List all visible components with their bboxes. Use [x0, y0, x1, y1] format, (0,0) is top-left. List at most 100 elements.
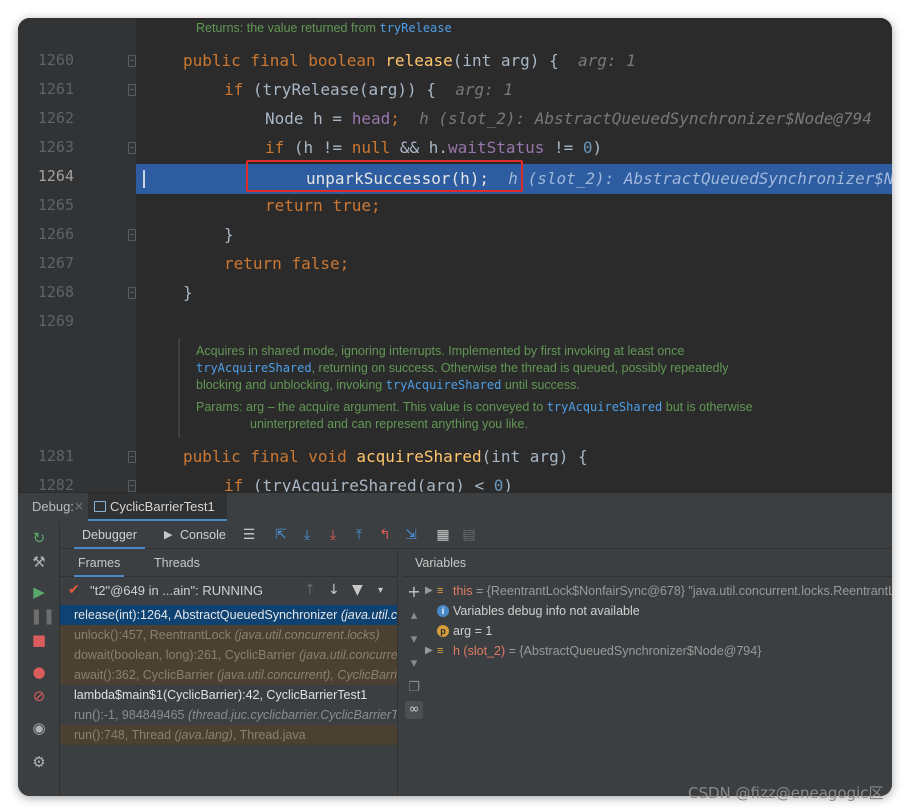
frames-list: release(int):1264, AbstractQueuedSynchro…	[60, 605, 397, 745]
gear-icon[interactable]: ⚙	[30, 753, 48, 771]
doc-link[interactable]: tryRelease	[379, 21, 451, 35]
line-number: 1261	[37, 80, 74, 98]
step-out-icon[interactable]: ⤒	[350, 526, 368, 544]
debug-tool-window: Debug: × CyclicBarrierTest1 ↻ ⚒ ▶ ❚❚ ■ ●…	[18, 492, 892, 796]
frame-item[interactable]: release(int):1264, AbstractQueuedSynchro…	[60, 605, 397, 625]
ide-window: 1260 1261 1262 1263 1264 1265 1266 1267 …	[18, 18, 892, 796]
camera-icon[interactable]: ◉	[30, 719, 48, 737]
evaluate-expression-icon[interactable]: ▦	[434, 526, 452, 544]
doc-text: the value returned from	[246, 21, 376, 35]
step-over-icon[interactable]: ⤓	[298, 526, 316, 544]
line-number: 1263	[37, 138, 74, 156]
menu-lines-icon[interactable]: ☰	[240, 526, 258, 544]
fold-marker-icon[interactable]	[128, 84, 136, 96]
debug-title-bar: Debug: × CyclicBarrierTest1	[18, 493, 892, 521]
code-line-1260[interactable]: public final boolean release(int arg) { …	[183, 46, 636, 75]
field-icon: ≡	[437, 585, 444, 597]
info-icon: i	[437, 605, 449, 617]
chevron-down-icon[interactable]: ▾	[378, 585, 383, 596]
code-line-1266[interactable]: }	[224, 220, 234, 249]
variables-side-toolbar: + ▴ ▾ ▾ ❐ ∞	[403, 577, 425, 757]
tab-threads[interactable]: Threads	[154, 549, 200, 577]
doc-link[interactable]: tryAcquireShared	[196, 361, 312, 375]
glasses-icon[interactable]: ∞	[405, 701, 423, 719]
line-number: 1260	[37, 51, 74, 69]
doc-comment-block: Acquires in shared mode, ignoring interr…	[196, 344, 753, 431]
tab-console[interactable]: ▶ Console	[164, 521, 226, 549]
code-line-1267[interactable]: return false;	[224, 249, 349, 278]
fold-marker-icon[interactable]	[128, 287, 136, 299]
line-number: 1281	[37, 447, 74, 465]
fold-marker-icon[interactable]	[128, 480, 136, 492]
line-number: 1262	[37, 109, 74, 127]
code-editor[interactable]: 1260 1261 1262 1263 1264 1265 1266 1267 …	[18, 18, 892, 492]
close-icon[interactable]: ×	[74, 499, 84, 513]
fold-marker-icon[interactable]	[128, 451, 136, 463]
arrow-down-icon[interactable]: ↓	[328, 582, 340, 598]
arrow-up-icon[interactable]: ↑	[304, 582, 316, 598]
fold-marker-icon[interactable]	[128, 142, 136, 154]
field-icon: ≡	[437, 645, 444, 657]
frame-item[interactable]: dowait(boolean, long):261, CyclicBarrier…	[60, 645, 397, 665]
debugger-toolbar: Debugger ▶ Console ☰ ⇱ ⤓ ⤓ ⤒ ↰ ⇲ ▦ ▤	[60, 521, 892, 549]
tab-debugger[interactable]: Debugger	[74, 521, 145, 549]
trace-icon[interactable]: ▤	[460, 526, 478, 544]
code-line-1265[interactable]: return true;	[265, 191, 381, 220]
check-icon: ✔	[68, 582, 80, 598]
code-line-1282[interactable]: if (tryAcquireShared(arg) < 0)	[224, 471, 513, 492]
code-line-1261[interactable]: if (tryRelease(arg)) { arg: 1	[224, 75, 513, 104]
frame-item[interactable]: run():-1, 984849465 (thread.juc.cyclicba…	[60, 705, 397, 725]
debug-session-tab[interactable]: × CyclicBarrierTest1	[74, 493, 227, 521]
frame-item[interactable]: unlock():457, ReentrantLock (java.util.c…	[60, 625, 397, 645]
thread-selector[interactable]: ✔ "t2"@649 in ...ain": RUNNING ↑ ↓ ▼ ▾	[60, 577, 397, 605]
pause-icon[interactable]: ❚❚	[30, 607, 55, 625]
step-into-icon[interactable]: ⤓	[324, 526, 342, 544]
line-number-current: 1264	[37, 167, 74, 185]
view-breakpoints-icon[interactable]: ●	[30, 663, 48, 681]
doc-block-marker	[178, 338, 180, 438]
doc-link[interactable]: tryAcquireShared	[547, 400, 663, 414]
code-line-1281[interactable]: public final void acquireShared(int arg)…	[183, 442, 588, 471]
debug-label: Debug:	[32, 499, 74, 514]
stop-icon[interactable]: ■	[30, 631, 48, 649]
text-cursor	[143, 170, 145, 188]
chevron-right-icon[interactable]: ▶	[425, 581, 433, 601]
run-config-icon	[94, 501, 106, 512]
filter-icon[interactable]: ▼	[352, 582, 363, 598]
code-line-1263[interactable]: if (h != null && h.waitStatus != 0)	[265, 133, 602, 162]
parameter-icon: p	[437, 625, 449, 637]
tab-frames[interactable]: Frames	[74, 549, 125, 577]
watermark: CSDN @fizz@eneagogic区	[688, 784, 884, 802]
add-watch-icon[interactable]: +	[405, 583, 423, 601]
debug-side-toolbar: ↻ ⚒ ▶ ❚❚ ■ ● ⊘ ◉ ⚙	[18, 521, 60, 796]
copy-icon[interactable]: ❐	[405, 679, 423, 697]
code-line-1268[interactable]: }	[183, 278, 193, 307]
frame-item[interactable]: lambda$main$1(CyclicBarrier):42, CyclicB…	[60, 685, 397, 705]
rerun-icon[interactable]: ↻	[30, 529, 48, 547]
drop-frame-icon[interactable]: ↰	[376, 526, 394, 544]
chevron-down-icon[interactable]: ▾	[405, 631, 423, 649]
frame-item[interactable]: run():748, Thread (java.lang), Thread.ja…	[60, 725, 397, 745]
mute-breakpoints-icon[interactable]: ⊘	[30, 687, 48, 705]
run-to-cursor-icon[interactable]: ⇲	[402, 526, 420, 544]
chevron-right-icon[interactable]: ▶	[425, 641, 433, 661]
fold-marker-icon[interactable]	[128, 229, 136, 241]
line-number: 1267	[37, 254, 74, 272]
resume-icon[interactable]: ▶	[30, 583, 48, 601]
settings-wrench-icon[interactable]: ⚒	[30, 553, 48, 571]
doc-link[interactable]: tryAcquireShared	[386, 378, 502, 392]
line-number: 1269	[37, 312, 74, 330]
doc-returns-line: Returns: the value returned from tryRele…	[196, 20, 452, 37]
fold-marker-icon[interactable]	[128, 55, 136, 67]
line-number: 1282	[37, 476, 74, 492]
line-number: 1265	[37, 196, 74, 214]
chevron-up-icon[interactable]: ▴	[405, 607, 423, 625]
annotation-red-box	[246, 160, 523, 192]
variables-header: Variables	[403, 549, 892, 577]
show-execution-point-icon[interactable]: ⇱	[272, 526, 290, 544]
chevron-down-icon[interactable]: ▾	[405, 655, 423, 673]
code-line-1262[interactable]: Node h = head; h (slot_2): AbstractQueue…	[265, 104, 872, 133]
frame-item[interactable]: await():362, CyclicBarrier (java.util.co…	[60, 665, 397, 685]
variables-tree: ▶ ≡ this = {ReentrantLock$NonfairSync@67…	[425, 577, 892, 757]
console-icon: ▶	[164, 529, 173, 541]
